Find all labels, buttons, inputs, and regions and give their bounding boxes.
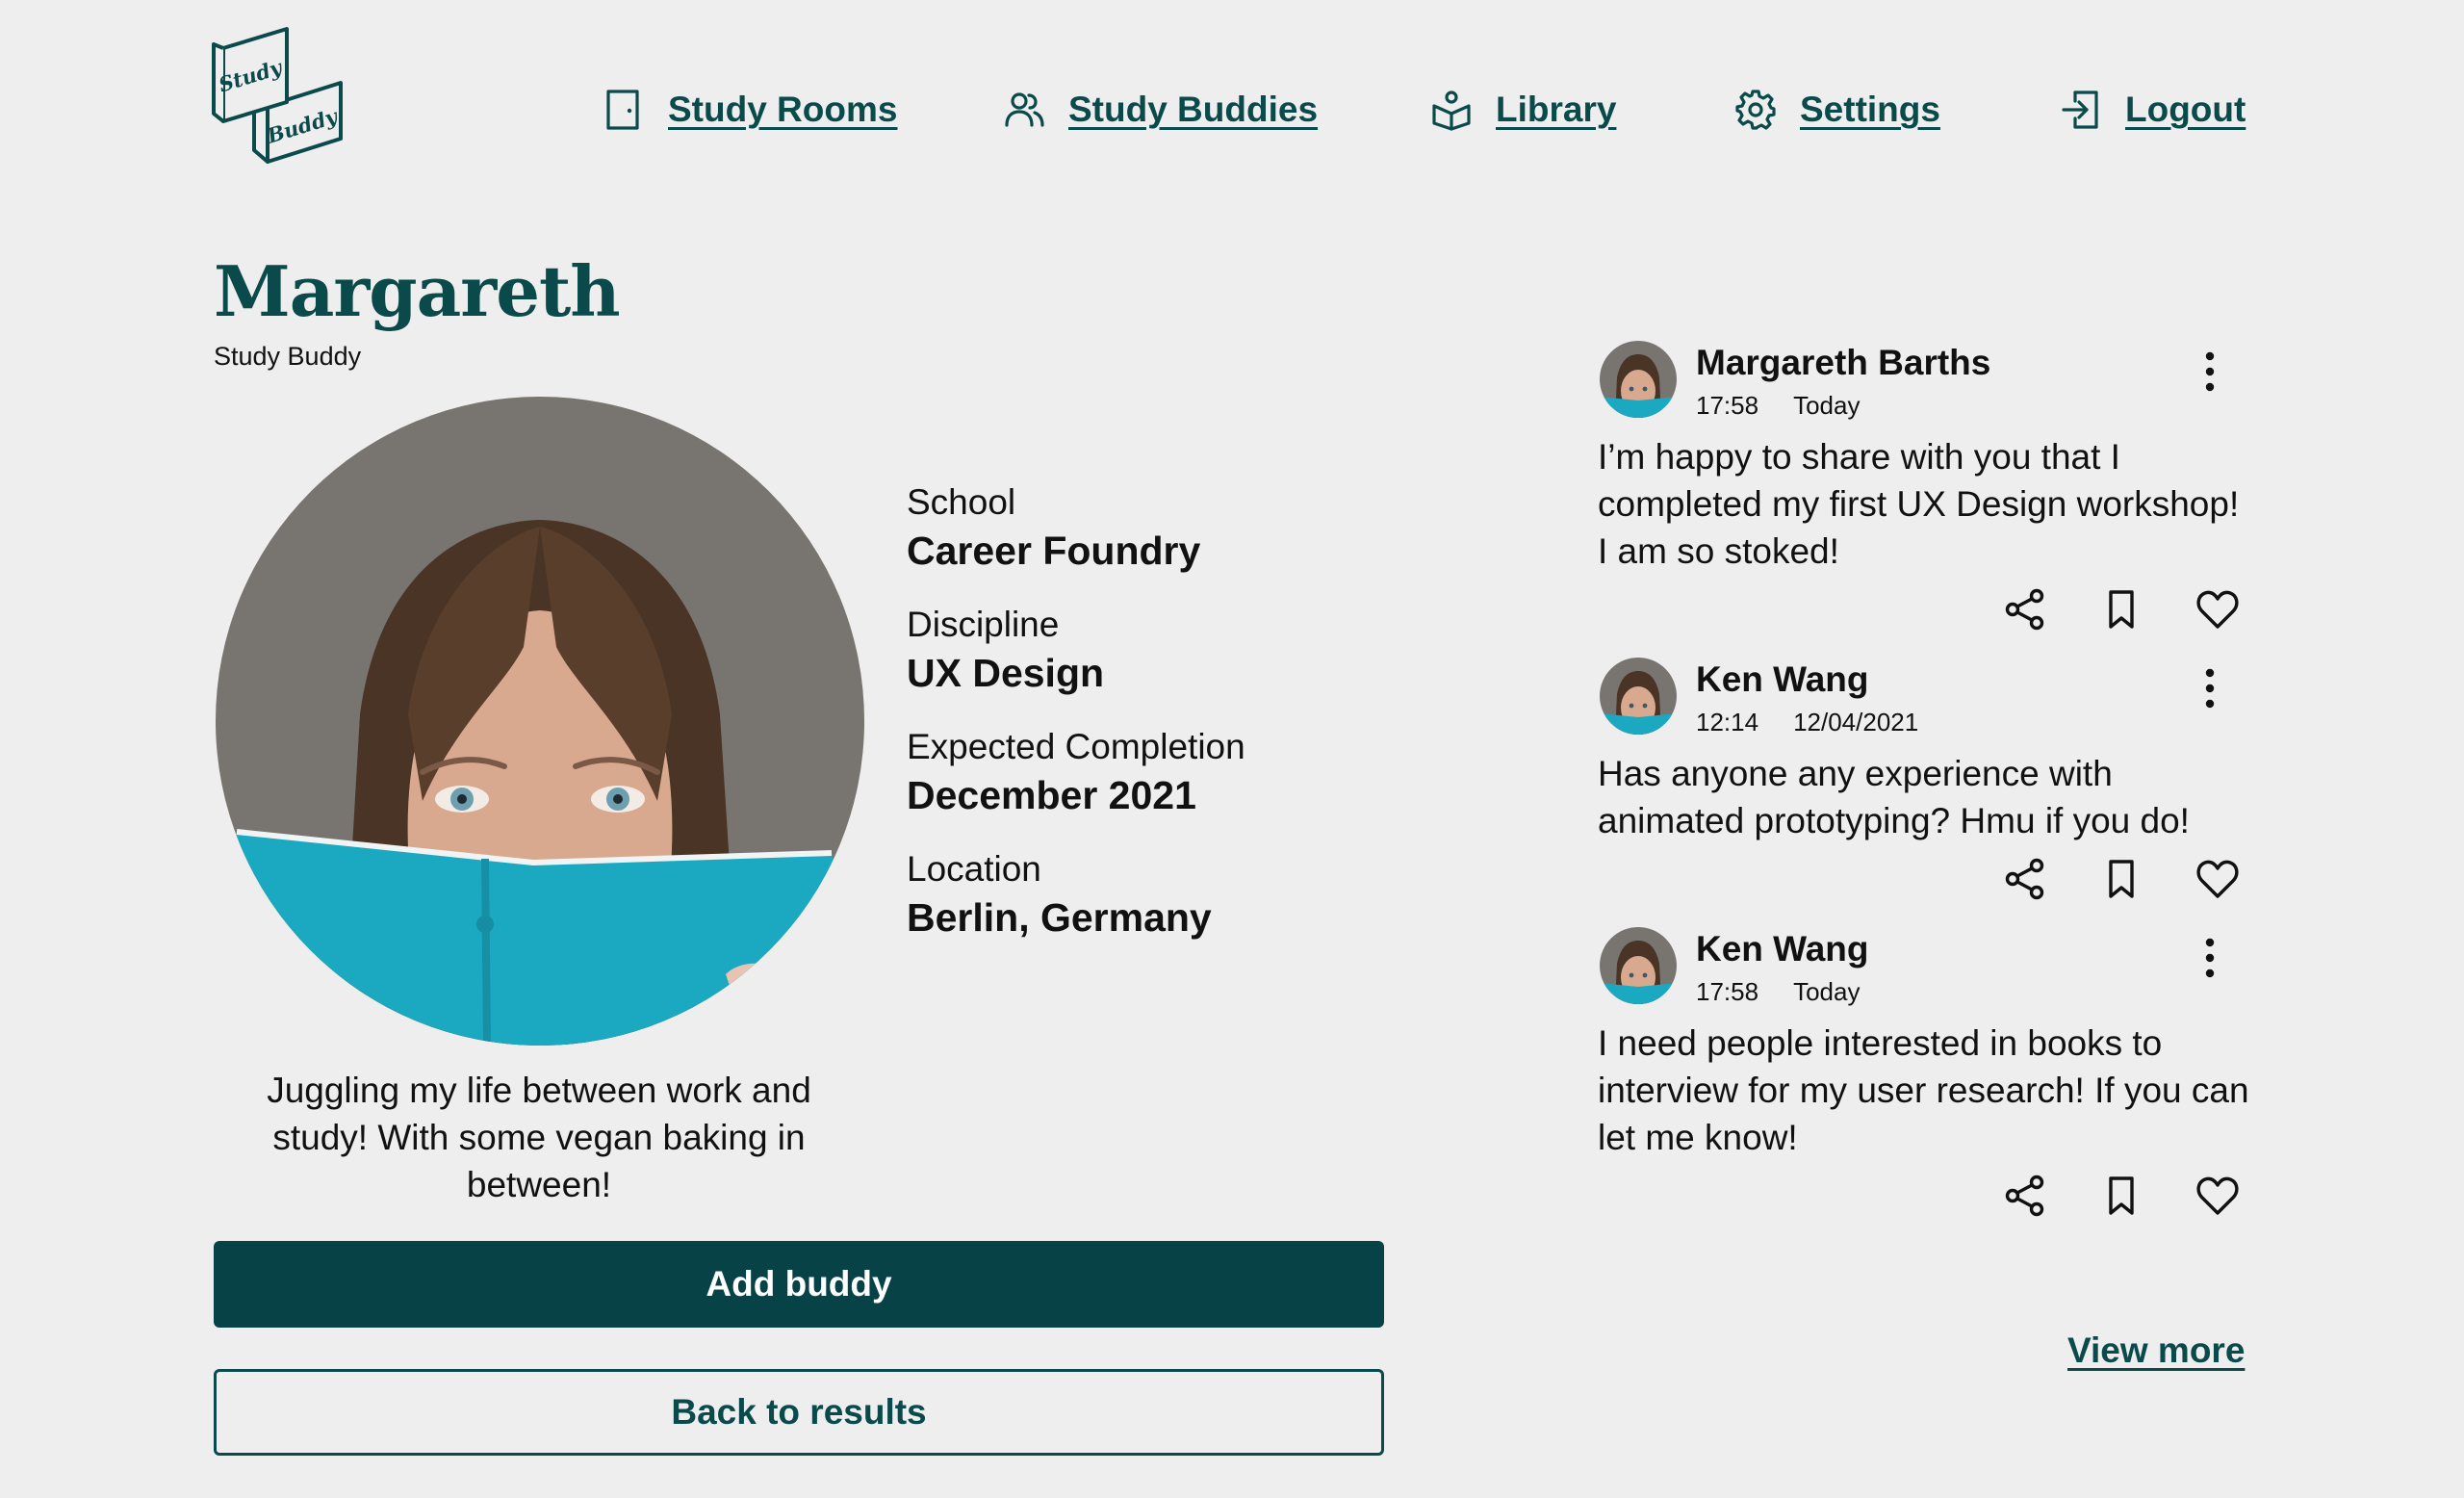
nav-item-settings[interactable]: Settings	[1734, 81, 1940, 139]
post-actions	[1598, 586, 2252, 633]
post-body: I need people interested in books to int…	[1598, 1023, 2249, 1157]
detail-school: School Career Foundry	[907, 479, 1484, 602]
nav-item-logout[interactable]: Logout	[2060, 81, 2246, 139]
heart-icon[interactable]	[2194, 856, 2241, 902]
feed-post: Ken Wang 17:58 Today I need people intere…	[1598, 927, 2252, 1219]
door-icon	[606, 90, 639, 130]
post-date: Today	[1793, 391, 1861, 420]
add-buddy-button[interactable]: Add buddy	[214, 1241, 1384, 1328]
detail-value: Career Foundry	[907, 529, 1201, 573]
post-date: Today	[1793, 977, 1861, 1006]
nav-label-library[interactable]: Library	[1496, 90, 1616, 130]
nav-item-study-rooms[interactable]: Study Rooms	[603, 81, 897, 139]
profile-avatar	[216, 397, 864, 1046]
detail-label: Expected Completion	[907, 727, 1245, 766]
share-icon[interactable]	[2002, 1173, 2048, 1219]
post-meta: 12:14 12/04/2021	[1696, 708, 1918, 737]
share-icon[interactable]	[2002, 586, 2048, 633]
activity-feed: Margareth Barths 17:58 Today I’m happy to…	[1598, 341, 2252, 1219]
detail-value: Berlin, Germany	[907, 895, 1212, 940]
more-options-icon[interactable]	[2198, 935, 2221, 981]
heart-icon[interactable]	[2194, 586, 2241, 633]
detail-label: Discipline	[907, 605, 1060, 644]
detail-label: School	[907, 482, 1016, 522]
post-author[interactable]: Margareth Barths	[1696, 343, 1990, 383]
post-avatar[interactable]	[1600, 658, 1677, 735]
more-options-icon[interactable]	[2198, 349, 2221, 395]
detail-value: UX Design	[907, 651, 1105, 695]
post-date: 12/04/2021	[1793, 708, 1919, 736]
bookmark-icon[interactable]	[2098, 856, 2144, 902]
profile-bio: Juggling my life between work and study!…	[267, 1071, 811, 1204]
detail-expected-completion: Expected Completion December 2021	[907, 724, 1484, 846]
profile-name: Margareth	[214, 250, 621, 332]
post-meta: 17:58 Today	[1696, 977, 1860, 1007]
logout-icon	[2062, 90, 2098, 129]
users-icon	[1005, 92, 1044, 127]
post-actions	[1598, 856, 2252, 902]
heart-icon[interactable]	[2194, 1173, 2241, 1219]
detail-location: Location Berlin, Germany	[907, 846, 1484, 969]
feed-post: Margareth Barths 17:58 Today I’m happy to…	[1598, 341, 2252, 633]
nav-item-library[interactable]: Library	[1430, 81, 1616, 139]
view-more-link[interactable]: View more	[2067, 1330, 2245, 1371]
detail-discipline: Discipline UX Design	[907, 602, 1484, 724]
post-meta: 17:58 Today	[1696, 391, 1860, 421]
feed-post: Ken Wang 12:14 12/04/2021 Has anyone any …	[1598, 658, 2252, 902]
bookmark-icon[interactable]	[2098, 586, 2144, 633]
more-options-icon[interactable]	[2198, 665, 2221, 711]
detail-value: December 2021	[907, 773, 1196, 817]
post-actions	[1598, 1173, 2252, 1219]
post-body: Has anyone any experience with animated …	[1598, 754, 2190, 840]
back-to-results-button[interactable]: Back to results	[214, 1369, 1384, 1456]
detail-label: Location	[907, 849, 1041, 889]
profile-details: School Career Foundry Discipline UX Desi…	[907, 479, 1484, 969]
nav-label-study-rooms[interactable]: Study Rooms	[668, 90, 897, 130]
library-icon	[1432, 90, 1471, 131]
post-author[interactable]: Ken Wang	[1696, 929, 1869, 969]
post-avatar[interactable]	[1600, 341, 1677, 418]
nav-item-study-buddies[interactable]: Study Buddies	[1003, 81, 1318, 139]
post-author[interactable]: Ken Wang	[1696, 659, 1869, 700]
share-icon[interactable]	[2002, 856, 2048, 902]
post-time: 12:14	[1696, 708, 1759, 736]
post-avatar[interactable]	[1600, 927, 1677, 1004]
post-time: 17:58	[1696, 977, 1759, 1006]
nav-label-settings[interactable]: Settings	[1800, 90, 1940, 130]
bookmark-icon[interactable]	[2098, 1173, 2144, 1219]
nav-label-study-buddies[interactable]: Study Buddies	[1068, 90, 1318, 130]
profile-role: Study Buddy	[214, 342, 362, 371]
post-time: 17:58	[1696, 391, 1759, 420]
main-nav: Study Rooms Study Buddies Library Settin…	[0, 81, 2464, 139]
post-body: I’m happy to share with you that I compl…	[1598, 437, 2240, 571]
gear-icon	[1735, 90, 1776, 130]
nav-label-logout[interactable]: Logout	[2125, 90, 2246, 130]
